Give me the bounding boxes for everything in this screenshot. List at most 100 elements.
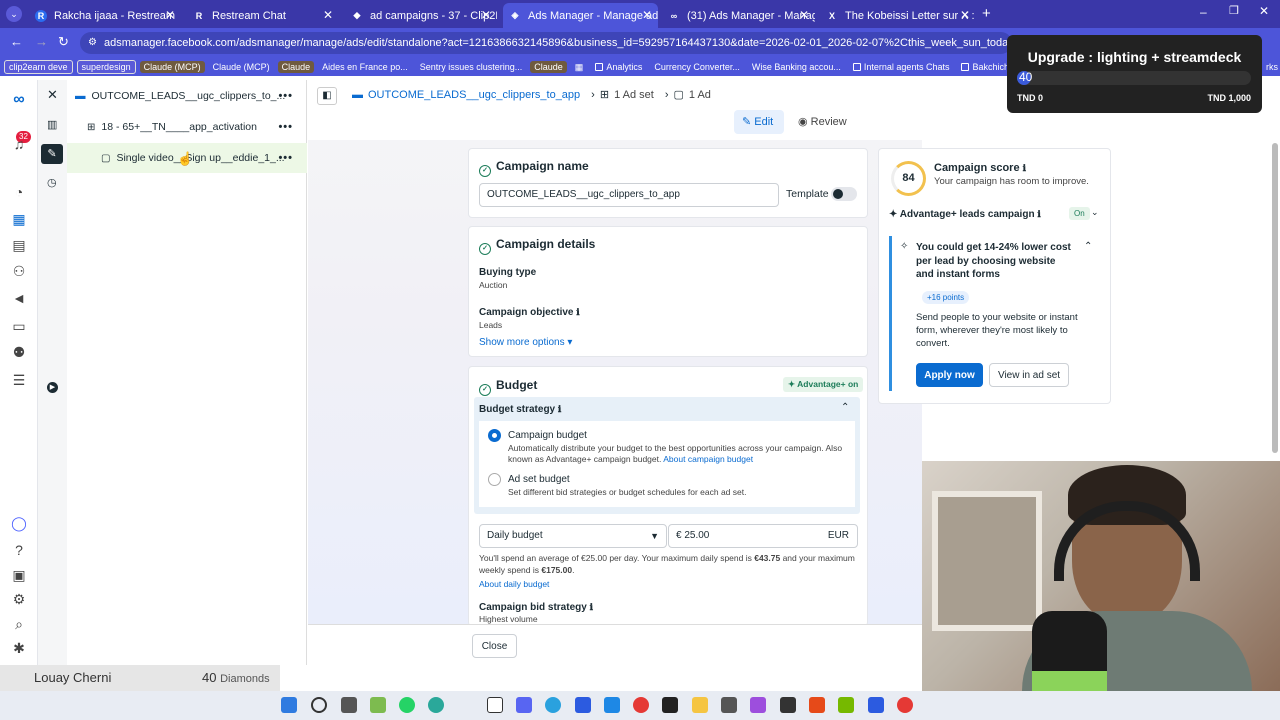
terminal-icon[interactable]	[662, 697, 678, 713]
settings-icon[interactable]: ⚙	[10, 591, 28, 607]
people-icon[interactable]: ⚉	[10, 344, 28, 360]
collapse-chevron-icon[interactable]: ⌃	[841, 402, 849, 413]
tree-campaign[interactable]: ▬ OUTCOME_LEADS__ugc_clippers_to_... •••	[67, 81, 307, 111]
app-icon[interactable]	[809, 697, 825, 713]
restore-icon[interactable]: ❐	[1229, 4, 1239, 17]
more-options-icon[interactable]: •••	[278, 152, 293, 164]
info-icon[interactable]: ℹ	[558, 404, 561, 414]
notion-icon[interactable]	[487, 697, 503, 713]
bookmark[interactable]: Claude (MCP)	[139, 61, 205, 73]
browser-tab-active[interactable]: ◈Ads Manager - Manage ads - A✕	[503, 3, 658, 28]
info-icon[interactable]: ℹ	[590, 602, 593, 612]
view-in-adset-button[interactable]: View in ad set	[989, 363, 1069, 387]
bookmark[interactable]: Wise Banking accou...	[748, 61, 845, 73]
bookmark[interactable]: clip2earn deve	[4, 60, 73, 74]
meta-ai-icon[interactable]: ◯	[10, 515, 28, 531]
adset-budget-radio[interactable]	[488, 473, 501, 486]
close-icon[interactable]: ✕	[960, 8, 970, 22]
copilot-icon[interactable]	[370, 697, 386, 713]
about-campaign-budget-link[interactable]: About campaign budget	[663, 454, 753, 464]
bell-icon[interactable]: ♫	[10, 136, 28, 152]
app-icon[interactable]	[750, 697, 766, 713]
breadcrumb-ad[interactable]: 1 Ad	[689, 89, 711, 101]
edit-mode-button[interactable]: ✎ Edit	[734, 110, 784, 134]
info-icon[interactable]: ℹ	[1023, 163, 1026, 173]
browser-tab[interactable]: XThe Kobeissi Letter sur X : "BRE✕	[820, 3, 976, 28]
bookmark[interactable]: Aides en France po...	[318, 61, 412, 73]
chrome-icon[interactable]	[633, 697, 649, 713]
breadcrumb-adset[interactable]: 1 Ad set	[614, 89, 654, 101]
browser-tab[interactable]: R Restream Chat ✕	[187, 3, 339, 28]
back-icon[interactable]: ←	[10, 34, 23, 49]
catalog-icon[interactable]: ▤	[10, 237, 28, 253]
chat-icon[interactable]	[428, 697, 444, 713]
bookmark-tail[interactable]: rks	[1262, 61, 1280, 73]
info-icon[interactable]: ℹ	[576, 307, 579, 317]
info-icon[interactable]: ℹ	[1037, 209, 1040, 219]
forward-icon[interactable]: →	[35, 34, 48, 49]
site-info-icon[interactable]: ⚙	[88, 32, 97, 54]
billing-icon[interactable]: ▭	[10, 318, 28, 334]
more-options-icon[interactable]: •••	[278, 121, 293, 133]
tree-adset[interactable]: ⊞ 18 - 65+__TN____app_activation •••	[67, 112, 307, 142]
budget-amount-input[interactable]: € 25.00 EUR	[668, 524, 858, 548]
browser-tab[interactable]: ∞(31) Ads Manager - Manage ad✕	[662, 3, 815, 28]
search-icon[interactable]: ⌕	[10, 616, 28, 632]
collapse-chevron-icon[interactable]: ⌃	[1084, 241, 1092, 252]
about-daily-budget-link[interactable]: About daily budget	[479, 579, 549, 589]
app-icon[interactable]	[780, 697, 796, 713]
new-tab-icon[interactable]: +	[982, 5, 991, 22]
browser-tab[interactable]: R Rakcha ijaaa - Restream ✕	[29, 3, 181, 28]
windows-start-icon[interactable]	[281, 697, 297, 713]
close-icon[interactable]: ✕	[481, 8, 491, 22]
campaign-name-input[interactable]: OUTCOME_LEADS__ugc_clippers_to_app	[479, 183, 779, 207]
bookmark[interactable]: Sentry issues clustering...	[416, 61, 527, 73]
close-window-icon[interactable]: ✕	[1259, 4, 1269, 18]
telegram-icon[interactable]	[545, 697, 561, 713]
bookmark-folder[interactable]: Bakchich	[957, 61, 1013, 73]
audiences-icon[interactable]: ⚇	[10, 263, 28, 279]
close-button[interactable]: Close	[472, 634, 517, 658]
expand-arrow-icon[interactable]: ▶	[47, 382, 58, 393]
address-bar[interactable]: ⚙ adsmanager.facebook.com/adsmanager/mana…	[80, 32, 1012, 54]
bookmark-folder[interactable]: Internal agents Chats	[849, 61, 954, 73]
app-icon[interactable]	[838, 697, 854, 713]
bookmark[interactable]: Currency Converter...	[650, 61, 744, 73]
bookmark-folder[interactable]: Analytics	[591, 61, 646, 73]
file-icon[interactable]	[341, 697, 357, 713]
reload-icon[interactable]: ↻	[58, 34, 69, 50]
app-icon[interactable]	[721, 697, 737, 713]
close-icon[interactable]: ✕	[323, 8, 333, 22]
chrome-icon[interactable]	[897, 697, 913, 713]
vscode-icon[interactable]	[604, 697, 620, 713]
close-icon[interactable]: ✕	[642, 8, 652, 22]
edit-pencil-icon[interactable]: ✎	[41, 144, 63, 164]
events-icon[interactable]: ▣	[10, 567, 28, 583]
advantage-chevron-icon[interactable]: ⌄	[1091, 207, 1099, 218]
more-options-icon[interactable]: •••	[278, 90, 293, 102]
apply-now-button[interactable]: Apply now	[916, 363, 983, 387]
chart-icon[interactable]: ▥	[47, 118, 57, 131]
whatsapp-icon[interactable]	[399, 697, 415, 713]
bookmark[interactable]: Claude	[277, 61, 315, 73]
minimize-icon[interactable]: –	[1200, 5, 1207, 19]
close-icon[interactable]: ✕	[47, 87, 58, 103]
show-more-options-link[interactable]: Show more options ▾	[479, 337, 572, 348]
close-icon[interactable]: ✕	[165, 8, 175, 22]
megaphone-icon[interactable]: ◄	[10, 290, 28, 306]
template-toggle[interactable]	[831, 187, 857, 201]
bookmark[interactable]: Claude (MCP)	[209, 61, 274, 73]
budget-type-select[interactable]: Daily budget ▼	[479, 524, 667, 548]
tab-search-button[interactable]: ⌄	[6, 6, 22, 22]
advantage-on-badge[interactable]: On	[1069, 207, 1090, 220]
sidebar-toggle-icon[interactable]: ◧	[317, 87, 337, 105]
close-icon[interactable]: ✕	[799, 8, 809, 22]
browser-tab[interactable]: ◆ad campaigns - 37 - Clip2Earn✕	[345, 3, 497, 28]
search-icon[interactable]	[311, 697, 327, 713]
folder-icon[interactable]	[692, 697, 708, 713]
history-icon[interactable]: ◷	[47, 176, 57, 189]
breadcrumb-campaign[interactable]: OUTCOME_LEADS__ugc_clippers_to_app	[368, 89, 580, 101]
bug-icon[interactable]: ✱	[10, 640, 28, 656]
review-mode-button[interactable]: ◉ Review	[796, 110, 856, 134]
ads-manager-icon[interactable]: ▦	[10, 211, 28, 227]
